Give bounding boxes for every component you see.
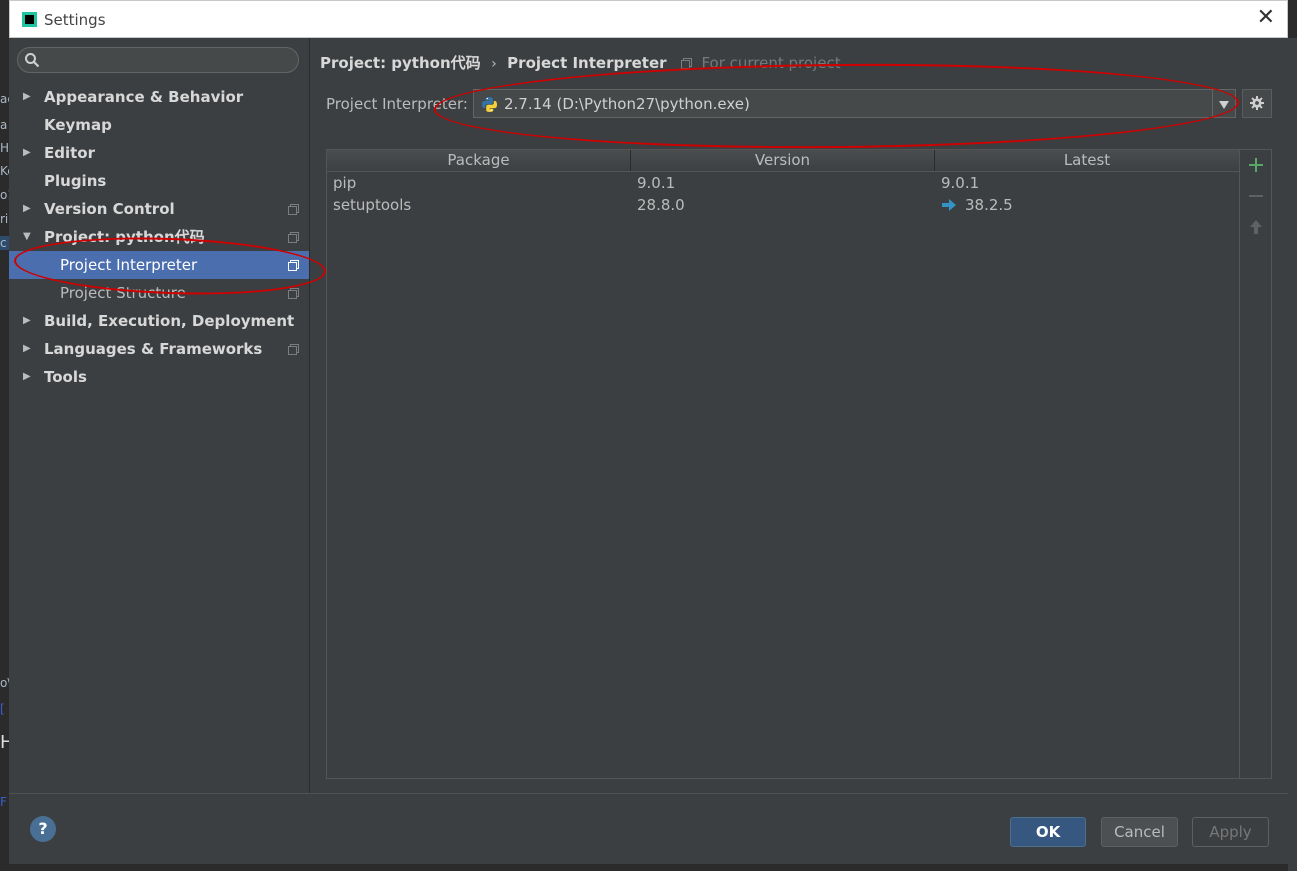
breadcrumb-parent: Project: python代码 [320, 54, 481, 72]
column-header-version[interactable]: Version [631, 150, 935, 171]
package-name: pip [333, 174, 357, 192]
sidebar-item-label: Project Structure [60, 284, 186, 302]
sidebar-item-label: Editor [44, 144, 95, 162]
settings-nav-tree: ▶ Appearance & Behavior Keymap ▶ Editor … [9, 83, 309, 391]
expand-arrow-icon[interactable]: ▶ [23, 335, 31, 363]
project-scope-icon [680, 58, 692, 69]
interpreter-select[interactable]: 2.7.14 (D:\Python27\python.exe) [473, 89, 1236, 118]
background-text: H [0, 732, 9, 753]
dialog-footer: ? OK Cancel Apply [9, 793, 1288, 864]
sidebar-item-version-control[interactable]: ▶ Version Control [9, 195, 309, 223]
pycharm-app-icon [22, 12, 37, 27]
settings-dialog: ▶ Appearance & Behavior Keymap ▶ Editor … [9, 38, 1288, 864]
background-window-right [1288, 38, 1297, 871]
python-icon [482, 97, 497, 112]
background-text: a [0, 118, 8, 132]
expand-arrow-icon[interactable]: ▶ [23, 195, 31, 223]
package-latest: 38.2.5 [965, 196, 1013, 214]
apply-button[interactable]: Apply [1192, 817, 1269, 847]
background-text: Ke [0, 164, 9, 178]
upgrade-package-button[interactable] [1248, 219, 1264, 235]
table-row[interactable]: setuptools 28.8.0 38.2.5 [327, 194, 1239, 216]
background-text: c [0, 236, 9, 250]
background-window: ac a He Ke o1 ri c o\ [ H F [0, 0, 9, 871]
ok-button[interactable]: OK [1010, 817, 1086, 847]
project-scope-icon [288, 204, 299, 215]
column-header-package[interactable]: Package [327, 150, 631, 171]
search-input[interactable] [17, 47, 299, 73]
background-text: [ [0, 702, 5, 716]
column-header-latest[interactable]: Latest [935, 150, 1239, 171]
scope-note: For current project [701, 54, 841, 72]
close-icon[interactable]: ✕ [1257, 7, 1275, 29]
collapse-arrow-icon[interactable]: ▼ [23, 223, 31, 251]
upgrade-arrow-icon [942, 199, 956, 211]
sidebar-item-build-execution-deployment[interactable]: ▶ Build, Execution, Deployment [9, 307, 309, 335]
project-scope-icon [288, 344, 299, 355]
sidebar-item-label: Keymap [44, 116, 112, 134]
sidebar-item-appearance-behavior[interactable]: ▶ Appearance & Behavior [9, 83, 309, 111]
cancel-button[interactable]: Cancel [1101, 817, 1178, 847]
project-scope-icon [288, 260, 299, 271]
table-header: Package Version Latest [327, 150, 1239, 172]
sidebar-item-keymap[interactable]: Keymap [9, 111, 309, 139]
sidebar-item-label: Languages & Frameworks [44, 340, 263, 358]
help-button[interactable]: ? [30, 816, 56, 842]
sidebar-item-project[interactable]: ▼ Project: python代码 [9, 223, 309, 251]
sidebar-item-plugins[interactable]: Plugins [9, 167, 309, 195]
packages-table: Package Version Latest pip 9.0.1 9.0.1 s… [326, 149, 1240, 779]
sidebar-item-label: Plugins [44, 172, 107, 190]
package-toolbar [1240, 149, 1272, 779]
expand-arrow-icon[interactable]: ▶ [23, 363, 31, 391]
background-text: ri [0, 212, 9, 226]
background-text: He [0, 141, 9, 155]
sidebar-item-label: Build, Execution, Deployment [44, 312, 295, 330]
sidebar-item-label: Appearance & Behavior [44, 88, 244, 106]
search-icon [25, 53, 40, 68]
expand-arrow-icon[interactable]: ▶ [23, 307, 31, 335]
sidebar-item-editor[interactable]: ▶ Editor [9, 139, 309, 167]
interpreter-label: Project Interpreter: [326, 95, 468, 113]
sidebar-item-label: Version Control [44, 200, 175, 218]
interpreter-value: 2.7.14 (D:\Python27\python.exe) [504, 95, 750, 113]
window-title: Settings [44, 11, 106, 29]
package-version: 28.8.0 [637, 196, 685, 214]
remove-package-button[interactable] [1248, 188, 1264, 204]
sidebar-item-label: Project Interpreter [60, 256, 198, 274]
sidebar-item-label: Project: python代码 [44, 228, 205, 246]
expand-arrow-icon[interactable]: ▶ [23, 83, 31, 111]
project-scope-icon [288, 232, 299, 243]
breadcrumb: Project: python代码 › Project Interpreter … [320, 52, 841, 73]
breadcrumb-current: Project Interpreter [507, 54, 667, 72]
background-text: o1 [0, 188, 9, 202]
sidebar-item-label: Tools [44, 368, 87, 386]
package-name: setuptools [333, 196, 412, 214]
background-text: o\ [0, 676, 9, 690]
add-package-button[interactable] [1248, 157, 1264, 173]
table-row[interactable]: pip 9.0.1 9.0.1 [327, 172, 1239, 194]
settings-sidebar: ▶ Appearance & Behavior Keymap ▶ Editor … [9, 38, 310, 793]
sidebar-item-languages-frameworks[interactable]: ▶ Languages & Frameworks [9, 335, 309, 363]
sidebar-item-project-interpreter[interactable]: Project Interpreter [9, 251, 309, 279]
chevron-down-icon[interactable] [1212, 90, 1235, 117]
breadcrumb-separator: › [491, 56, 497, 72]
gear-icon [1250, 96, 1264, 110]
sidebar-item-project-structure[interactable]: Project Structure [9, 279, 309, 307]
sidebar-item-tools[interactable]: ▶ Tools [9, 363, 309, 391]
package-latest: 9.0.1 [941, 174, 980, 192]
background-text: F [0, 795, 7, 809]
package-version: 9.0.1 [637, 174, 676, 192]
title-bar: Settings ✕ [9, 0, 1288, 38]
background-text: ac [0, 92, 9, 106]
interpreter-settings-button[interactable] [1242, 89, 1272, 118]
expand-arrow-icon[interactable]: ▶ [23, 139, 31, 167]
settings-main-panel: Project: python代码 › Project Interpreter … [310, 38, 1288, 793]
project-scope-icon [288, 288, 299, 299]
